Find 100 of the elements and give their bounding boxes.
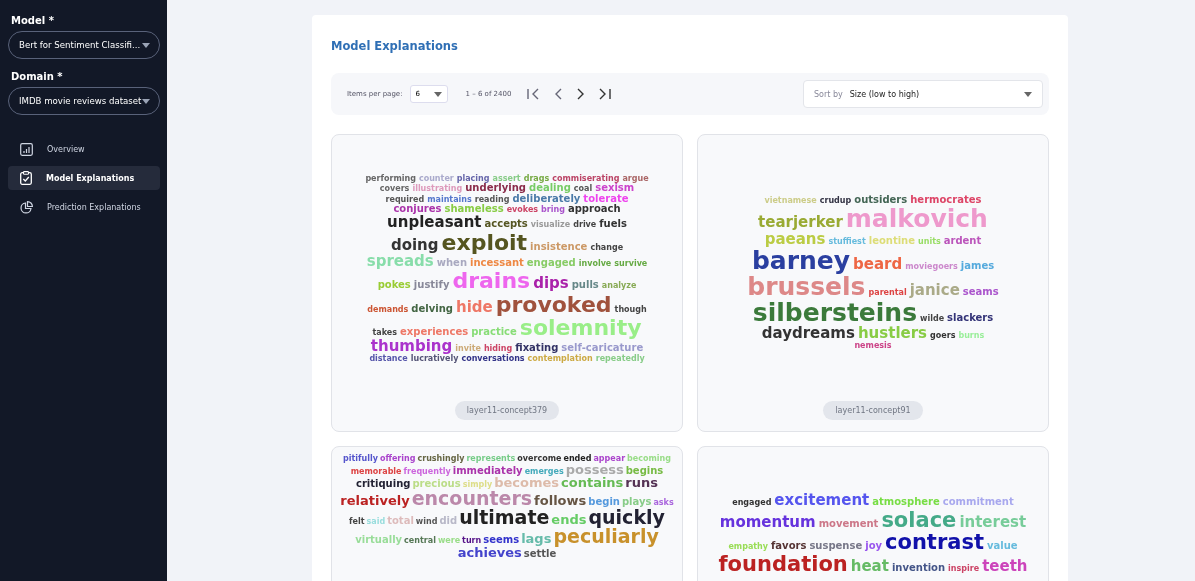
cloud-word: central	[404, 537, 436, 545]
cloud-word: achieves	[457, 546, 522, 559]
cloud-word: drags	[523, 175, 550, 184]
cloud-word: peculiarly	[553, 527, 659, 546]
cloud-word: justify	[413, 280, 450, 291]
concept-card[interactable]: engaged excitement atmosphere commitment momentum movement solace interest empathy favors suspense joy contrast value foundation heat invention inspire teeth	[697, 446, 1049, 581]
cloud-word: stuffiest	[828, 237, 866, 247]
cloud-word: silbersteins	[752, 300, 918, 327]
cloud-word: counter	[418, 175, 454, 184]
cloud-word: crudup	[819, 197, 852, 206]
cloud-word: movement	[818, 518, 879, 530]
cloud-word: covers	[379, 185, 410, 194]
cloud-word: interest	[959, 514, 1027, 531]
cloud-word: survive	[614, 259, 648, 269]
nav-item[interactable]: Prediction Explanations	[8, 195, 160, 219]
page-title: Model Explanations	[331, 39, 459, 53]
cloud-word: overcome	[517, 455, 562, 463]
cloud-word: follows	[534, 494, 587, 507]
cloud-word: beard	[853, 256, 903, 273]
caret-icon	[142, 42, 150, 48]
cloud-word: takes	[372, 328, 398, 338]
cloud-word: self-caricature	[561, 342, 644, 354]
cloud-word: frequently	[403, 468, 451, 476]
cloud-word: coal	[573, 185, 593, 194]
cloud-word: thumbing	[370, 338, 453, 355]
cloud-word: represents	[466, 455, 516, 463]
first-page-icon[interactable]	[527, 88, 541, 100]
cloud-word: teeth	[982, 558, 1028, 575]
cloud-word: performing	[365, 175, 416, 184]
cloud-word: ardent	[943, 235, 982, 247]
cloud-word: underlying	[465, 183, 526, 194]
cloud-word: were	[437, 537, 461, 545]
cloud-word: goers	[930, 332, 956, 341]
cloud-word: reading	[474, 195, 510, 205]
cloud-word: plays	[621, 497, 652, 507]
cloud-word: parental	[868, 288, 907, 298]
cloud-word: insistence	[530, 241, 588, 253]
concept-card[interactable]	[331, 134, 683, 432]
cloud-word: did	[439, 516, 458, 526]
cloud-word: begin	[588, 497, 620, 507]
cloud-word: ultimate	[459, 508, 550, 527]
cloud-word: placing	[456, 175, 490, 184]
cloud-word: offering	[379, 455, 416, 463]
pie-chart-icon	[20, 200, 33, 214]
cloud-word: precious	[412, 479, 461, 489]
cloud-word: excitement	[774, 493, 870, 509]
cloud-word: slackers	[947, 313, 994, 324]
caret-icon	[142, 98, 150, 104]
cloud-word: repeatedly	[595, 354, 645, 363]
cloud-word: shameless	[444, 204, 504, 215]
cloud-word: deliberately	[512, 193, 581, 205]
cloud-word: value	[987, 540, 1018, 552]
cloud-word: becoming	[627, 455, 671, 463]
nav-item[interactable]: Overview	[8, 137, 160, 161]
last-page-icon[interactable]	[599, 88, 613, 100]
cloud-word: commitment	[942, 497, 1014, 508]
cloud-word: said	[366, 518, 386, 526]
cloud-word: drains	[452, 269, 531, 293]
nav-item[interactable]: Model Explanations	[8, 166, 160, 190]
cloud-word: contrast	[885, 530, 984, 553]
cloud-word: invention	[891, 562, 946, 574]
cloud-word: favors	[771, 540, 807, 552]
cloud-word: crushingly	[417, 455, 465, 463]
cloud-word: exploit	[441, 230, 528, 254]
caret-icon	[433, 91, 442, 97]
previous-page-icon[interactable]	[555, 88, 563, 100]
cloud-word: turn	[462, 537, 482, 545]
cloud-word: asks	[653, 499, 674, 507]
cloud-word: practice	[471, 326, 517, 338]
sort-select[interactable]: Sort by Size (low to high)	[803, 80, 1043, 108]
cloud-word: distance	[369, 354, 408, 363]
cloud-word: wilde	[920, 315, 945, 324]
cloud-word: sexism	[595, 183, 635, 194]
cloud-word: paeans	[764, 231, 826, 248]
next-page-icon[interactable]	[577, 88, 585, 100]
cloud-word: conversations	[461, 354, 525, 363]
cloud-word: pulls	[571, 280, 599, 291]
caret-icon	[1024, 91, 1032, 97]
cloud-word: illustrating	[412, 185, 463, 194]
cloud-word: brussels	[747, 273, 866, 300]
field-label: Model *	[11, 15, 55, 26]
cloud-word: units	[918, 237, 941, 247]
cloud-word: burns	[958, 332, 985, 341]
cloud-word: suspense	[809, 540, 863, 552]
cloud-word: emerges	[524, 468, 564, 476]
cloud-word: unpleasant	[387, 214, 482, 231]
cloud-word: ends	[551, 513, 587, 526]
cloud-word: spreads	[366, 253, 434, 270]
cloud-word: bring	[541, 206, 565, 215]
cloud-word: lags	[521, 532, 552, 545]
cloud-word: outsiders	[854, 195, 908, 206]
concept-card[interactable]	[697, 134, 1049, 432]
cloud-word: appear	[593, 455, 626, 463]
cloud-word: momentum	[719, 514, 816, 531]
cloud-word: hiding	[483, 344, 513, 354]
cloud-word: runs	[625, 476, 659, 489]
cloud-word: seems	[483, 535, 520, 545]
cloud-word: contemplation	[527, 354, 593, 363]
cloud-word: simply	[462, 481, 493, 489]
cloud-word: quickly	[588, 508, 665, 527]
